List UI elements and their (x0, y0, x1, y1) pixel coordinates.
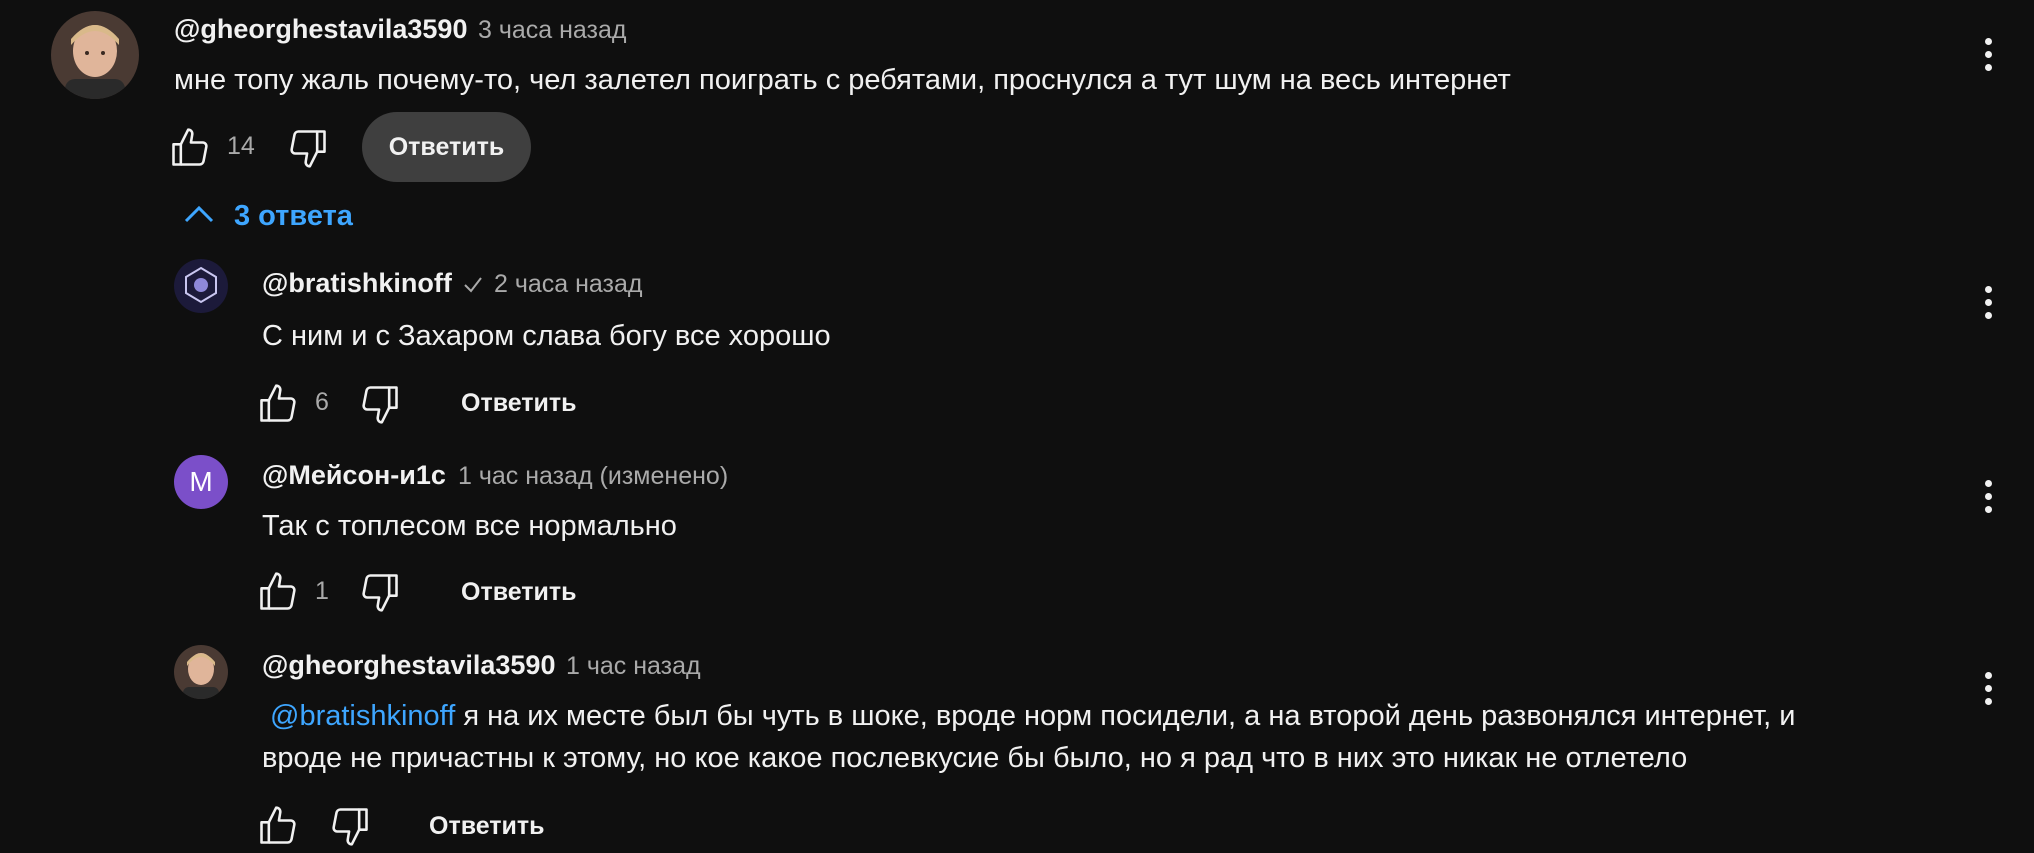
author-avatar[interactable] (51, 11, 139, 99)
chevron-up-icon (184, 204, 214, 229)
reply-text-line-2: вроде не причастны к этому, но кое какое… (262, 742, 1688, 774)
thumb-up-icon[interactable] (256, 570, 300, 619)
like-count: 6 (315, 388, 329, 416)
thumb-up-icon[interactable] (256, 804, 300, 853)
comment-time[interactable]: 3 часа назад (478, 16, 627, 45)
thumb-down-icon[interactable] (358, 382, 402, 431)
reply-avatar[interactable]: М (174, 455, 228, 509)
thumb-up-icon[interactable] (168, 126, 212, 175)
reply-author[interactable]: @bratishkinoff (262, 268, 452, 299)
like-count: 14 (227, 132, 255, 160)
more-vert-icon[interactable] (1983, 480, 1993, 520)
reply-button[interactable]: Ответить (429, 812, 545, 841)
thumb-down-icon[interactable] (286, 126, 330, 175)
comment-text: мне топу жаль почему-то, чел залетел пои… (174, 64, 1511, 96)
reply-author[interactable]: @Мейсон-и1с (262, 460, 446, 491)
reply-avatar[interactable] (174, 645, 228, 699)
reply-text: Так с топлесом все нормально (262, 510, 677, 542)
thumb-up-icon[interactable] (256, 382, 300, 431)
comment-author[interactable]: @gheorghestavila3590 (174, 14, 467, 45)
more-vert-icon[interactable] (1983, 286, 1993, 326)
reply-avatar[interactable] (174, 259, 228, 313)
reply-time[interactable]: 1 час назад (изменено) (458, 462, 728, 491)
thumb-down-icon[interactable] (328, 804, 372, 853)
more-vert-icon[interactable] (1983, 38, 1993, 78)
thumb-down-icon[interactable] (358, 570, 402, 619)
mention-link[interactable]: @bratishkinoff (270, 700, 455, 732)
reply-button[interactable]: Ответить (461, 389, 577, 418)
reply-author[interactable]: @gheorghestavila3590 (262, 650, 555, 681)
replies-toggle-button[interactable]: 3 ответа (184, 200, 353, 233)
replies-count-label: 3 ответа (234, 200, 353, 232)
reply-text-line-1: @bratishkinoff я на их месте был бы чуть… (270, 700, 1796, 732)
reply-text: С ним и с Захаром слава богу все хорошо (262, 320, 831, 352)
more-vert-icon[interactable] (1983, 672, 1993, 712)
reply-time[interactable]: 1 час назад (566, 652, 701, 681)
like-count: 1 (315, 577, 329, 605)
reply-button[interactable]: Ответить (461, 578, 577, 607)
verified-check-icon (462, 273, 484, 300)
reply-button[interactable]: Ответить (362, 112, 531, 182)
reply-time[interactable]: 2 часа назад (494, 270, 643, 299)
